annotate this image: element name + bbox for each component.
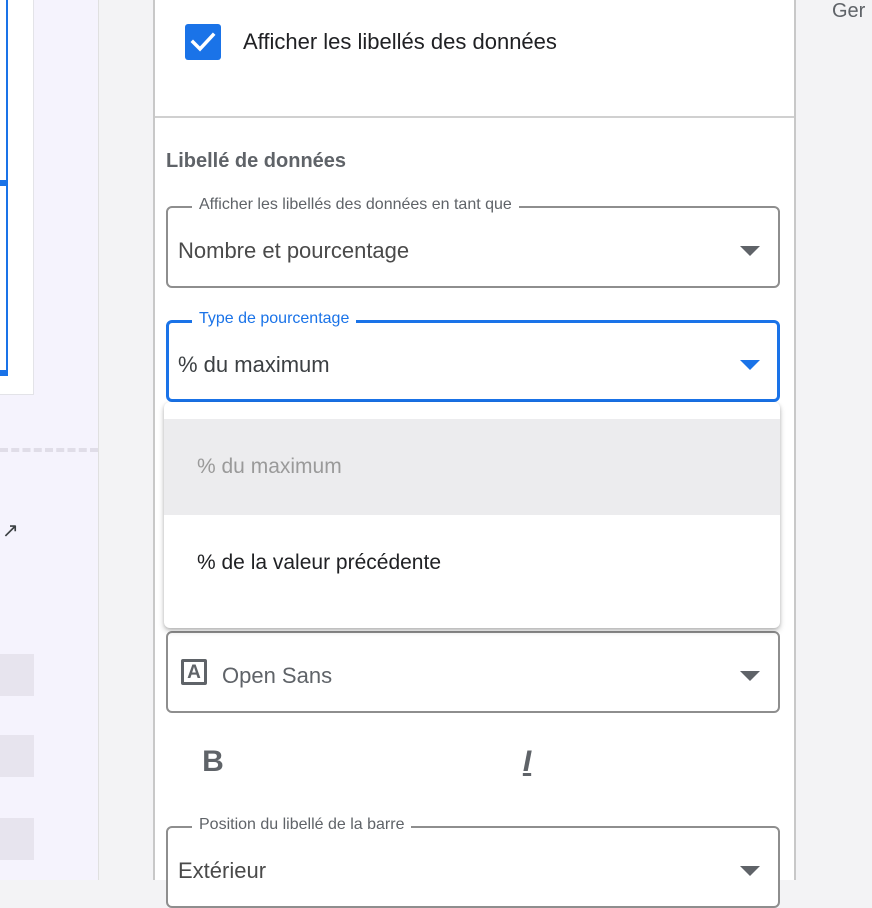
report-canvas: ↗ — [0, 0, 98, 880]
resize-handle[interactable] — [0, 180, 6, 186]
bar-label-position-select[interactable]: Position du libellé de la barre Extérieu… — [166, 816, 780, 908]
menu-option-percent-of-max[interactable]: % du maximum — [164, 419, 780, 515]
display-as-select[interactable]: Afficher les libellés des données en tan… — [166, 196, 780, 288]
checkmark-icon — [190, 32, 216, 52]
dropdown-arrow-icon — [740, 866, 760, 876]
resize-arrow-icon[interactable]: ↗ — [2, 518, 19, 543]
font-family-value: Open Sans — [222, 663, 333, 688]
display-as-legend: Afficher les libellés des données en tan… — [192, 196, 519, 214]
percentage-type-menu: % du maximum % de la valeur précédente — [164, 402, 780, 628]
font-family-icon: A — [181, 659, 207, 685]
bold-button[interactable]: B — [193, 742, 233, 782]
selection-border — [0, 0, 8, 376]
section-title: Libellé de données — [166, 150, 347, 172]
canvas-element[interactable] — [0, 654, 34, 696]
menu-option-label: % de la valeur précédente — [197, 551, 441, 574]
menu-option-percent-of-previous[interactable]: % de la valeur précédente — [164, 515, 780, 611]
chart-preview[interactable] — [0, 0, 34, 395]
bar-label-position-legend: Position du libellé de la barre — [192, 816, 412, 834]
dropdown-arrow-icon — [740, 360, 760, 370]
right-panel-heading: Ger — [832, 0, 866, 22]
show-data-labels-checkbox-row[interactable]: Afficher les libellés des données — [185, 24, 557, 60]
menu-option-label: % du maximum — [197, 455, 342, 478]
font-family-select[interactable]: A Open Sans — [166, 631, 780, 713]
resize-handle[interactable] — [0, 370, 6, 376]
bar-label-position-value: Extérieur — [178, 858, 267, 883]
display-as-value: Nombre et pourcentage — [178, 238, 410, 263]
percentage-type-value: % du maximum — [178, 352, 330, 377]
page-break-divider — [0, 448, 98, 452]
dropdown-arrow-icon — [740, 246, 760, 256]
dropdown-arrow-icon — [740, 671, 760, 681]
show-data-labels-checkbox[interactable] — [185, 24, 221, 60]
italic-button[interactable]: I — [507, 742, 547, 782]
panel-divider — [98, 0, 99, 880]
show-data-labels-label: Afficher les libellés des données — [243, 29, 557, 54]
section-divider — [155, 116, 794, 118]
canvas-element[interactable] — [0, 818, 34, 860]
canvas-element[interactable] — [0, 735, 34, 777]
percentage-type-select[interactable]: Type de pourcentage % du maximum — [166, 310, 780, 402]
percentage-type-legend: Type de pourcentage — [192, 310, 357, 328]
